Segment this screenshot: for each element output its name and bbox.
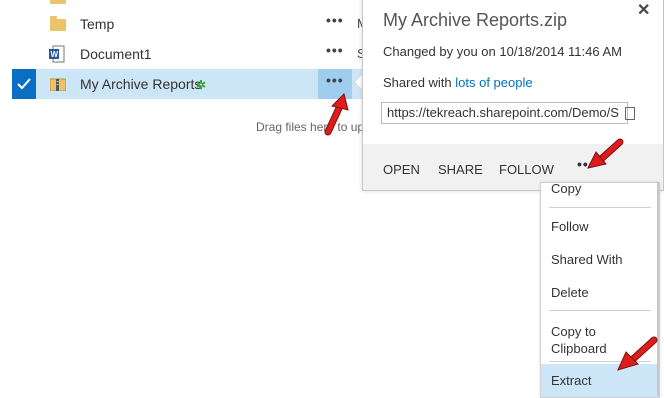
menu-item-copy[interactable]: Copy xyxy=(541,181,659,196)
share-button[interactable]: SHARE xyxy=(438,162,483,177)
open-button[interactable]: OPEN xyxy=(383,162,420,177)
annotation-arrow-icon xyxy=(324,93,349,136)
folder-icon xyxy=(50,0,66,4)
folder-icon xyxy=(50,16,66,31)
list-row-document1[interactable]: W Document1 ••• S xyxy=(0,39,366,69)
menu-separator xyxy=(549,207,651,208)
shared-info: Shared with lots of people xyxy=(383,75,533,90)
annotation-arrow-icon xyxy=(617,336,658,371)
menu-item-shared-with[interactable]: Shared With xyxy=(541,252,659,267)
zip-folder-icon xyxy=(50,78,66,91)
follow-button[interactable]: FOLLOW xyxy=(499,162,554,177)
checkmark-icon xyxy=(17,78,31,90)
list-row-temp[interactable]: Temp ••• M xyxy=(0,9,368,39)
menu-separator xyxy=(549,310,651,311)
svg-text:W: W xyxy=(51,50,59,59)
shared-prefix: Shared with xyxy=(383,75,456,90)
menu-item-follow[interactable]: Follow xyxy=(541,219,659,234)
menu-item-label-line2: Clipboard xyxy=(551,341,607,356)
row-menu-button[interactable]: ••• xyxy=(326,39,344,61)
copy-url-icon[interactable] xyxy=(625,107,635,120)
file-url-field[interactable]: https://tekreach.sharepoint.com/Demo/S xyxy=(381,102,628,124)
row-menu-button[interactable]: ••• xyxy=(326,9,344,31)
new-item-sparkle-icon: ✲ xyxy=(196,78,207,92)
row-select-checkbox[interactable] xyxy=(12,69,36,99)
modified-info: Changed by you on 10/18/2014 11:46 AM xyxy=(383,44,623,59)
row-menu-button[interactable]: ••• xyxy=(326,69,344,91)
word-doc-icon: W xyxy=(49,45,65,63)
menu-item-delete[interactable]: Delete xyxy=(541,285,659,300)
file-name[interactable]: My Archive Reports xyxy=(80,69,201,99)
close-icon[interactable]: ✕ xyxy=(637,0,650,20)
shared-with-link[interactable]: lots of people xyxy=(455,75,532,90)
file-name[interactable]: Temp xyxy=(80,9,114,39)
annotation-arrow-icon xyxy=(587,138,624,169)
menu-item-label-line1: Copy to xyxy=(551,324,596,339)
file-name[interactable]: Document1 xyxy=(80,39,152,69)
callout-title: My Archive Reports.zip xyxy=(383,10,568,30)
